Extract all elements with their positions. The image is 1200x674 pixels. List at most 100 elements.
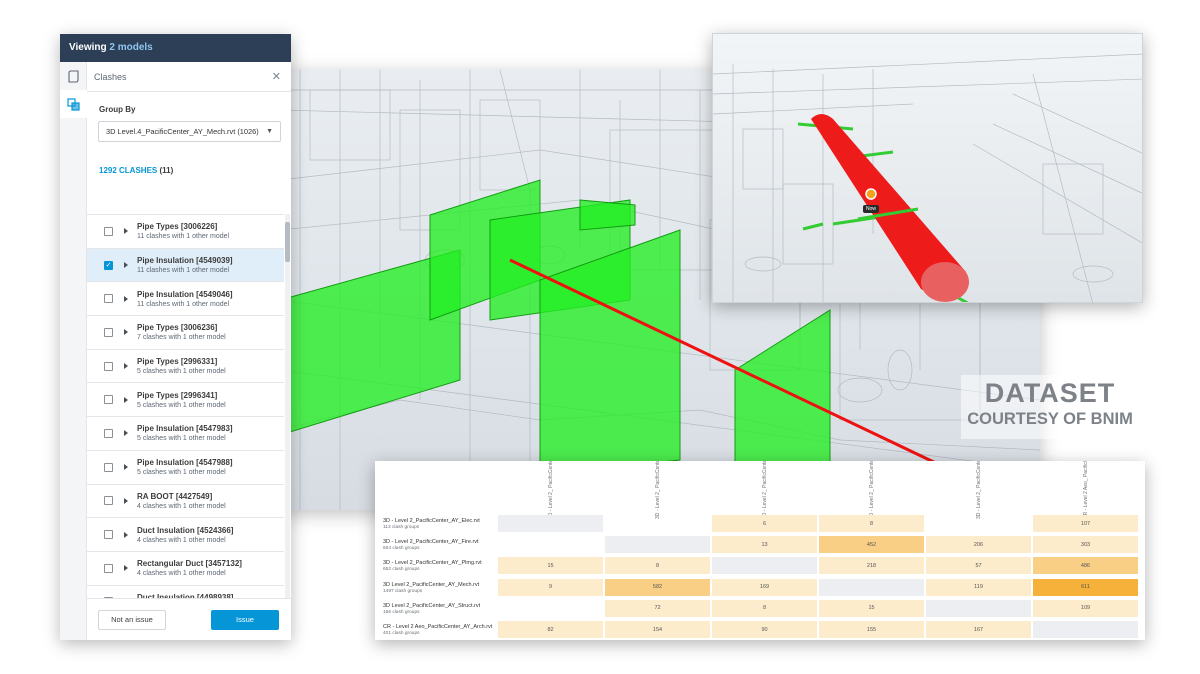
not-an-issue-button[interactable]: Not an issue (98, 609, 166, 630)
issue-button[interactable]: Issue (211, 609, 279, 630)
expand-arrow-icon[interactable] (124, 228, 128, 235)
matrix-cell[interactable]: 8 (819, 515, 924, 532)
side-rail (60, 62, 87, 640)
expand-arrow-icon[interactable] (124, 295, 128, 302)
matrix-cell[interactable]: 486 (1033, 557, 1138, 575)
viewing-models-count[interactable]: 2 models (109, 42, 152, 53)
matrix-column-header: 3D - Level 2_ PacificCenter_ AY_Plmg.rvt (869, 461, 875, 519)
clash-group-row[interactable]: ✓ Pipe Insulation [4549039] 11 clashes wit… (87, 248, 284, 283)
matrix-cell[interactable] (819, 578, 924, 596)
clash-group-row[interactable]: Pipe Types [3006236] 7 clashes with 1 oth… (87, 316, 284, 350)
row-checkbox[interactable] (104, 530, 113, 540)
matrix-cell[interactable]: 167 (926, 621, 1031, 638)
matrix-cell[interactable]: 206 (926, 536, 1031, 554)
matrix-cell[interactable] (926, 515, 1031, 532)
matrix-cell[interactable]: 57 (926, 557, 1031, 575)
matrix-row[interactable]: 3D - Level 2_PacificCenter_AY_Fire.rvt 60… (375, 536, 1145, 557)
matrix-row[interactable]: 3D - Level 2_PacificCenter_AY_Elec.rvt 11… (375, 515, 1145, 536)
matrix-column-header: 3D - Level 2_ PacificCenter_ AY_Elec.rvt (548, 461, 554, 519)
row-checkbox[interactable]: ✓ (104, 260, 113, 270)
matrix-cell[interactable] (926, 599, 1031, 617)
expand-arrow-icon[interactable] (124, 396, 128, 403)
matrix-row[interactable]: CR - Level 2 Aeo_PacificCenter_AY_Arch.r… (375, 621, 1145, 640)
clash-marker-tooltip: Now (863, 205, 880, 213)
row-checkbox[interactable] (104, 496, 113, 506)
rail-model-button[interactable] (60, 62, 87, 90)
matrix-cell[interactable]: 8 (712, 599, 817, 617)
matrix-cell[interactable]: 611 (1033, 578, 1138, 596)
matrix-cell[interactable] (605, 515, 710, 532)
matrix-row-label: 3D Level 2_PacificCenter_AY_Struct.rvt 15… (383, 603, 495, 615)
expand-arrow-icon[interactable] (124, 329, 128, 336)
clash-group-count: 652 clash groups (383, 567, 420, 573)
clash-group-summary: 11 clashes with 1 other model (137, 233, 230, 241)
matrix-cell[interactable]: 90 (712, 621, 817, 638)
clash-group-count: 1497 clash groups (383, 588, 423, 594)
close-icon[interactable]: ✕ (272, 70, 281, 83)
clash-group-title: Pipe Insulation [4549046] (137, 289, 233, 299)
matrix-cell[interactable]: 109 (1033, 599, 1138, 617)
matrix-cell[interactable]: 9 (498, 578, 603, 596)
expand-arrow-icon[interactable] (124, 565, 128, 572)
clash-group-row[interactable]: Duct Insulation [4524366] 4 clashes with … (87, 518, 284, 552)
clash-group-row[interactable]: Pipe Insulation [4547988] 5 clashes with … (87, 451, 284, 485)
matrix-cell[interactable] (498, 600, 603, 617)
matrix-cell[interactable]: 15 (819, 599, 924, 617)
matrix-cell[interactable]: 82 (498, 621, 603, 638)
clash-group-row[interactable]: Pipe Insulation [4549046] 11 clashes with… (87, 282, 284, 317)
group-by-select[interactable]: 3D Level.4_PacificCenter_AY_Mech.rvt (10… (98, 121, 281, 142)
matrix-cell[interactable]: 107 (1033, 515, 1138, 532)
clash-group-row[interactable]: RA BOOT [4427549] 4 clashes with 1 other … (87, 485, 284, 519)
clash-list: Pipe Types [3006226] 11 clashes with 1 ot… (87, 214, 284, 626)
row-checkbox[interactable] (104, 563, 113, 573)
expand-arrow-icon[interactable] (124, 430, 128, 437)
matrix-cell[interactable]: 6 (712, 515, 817, 532)
row-checkbox[interactable] (104, 327, 113, 337)
clash-group-summary: 11 clashes with 1 other model (137, 300, 230, 308)
matrix-cell[interactable]: 452 (819, 536, 924, 554)
row-checkbox[interactable] (104, 294, 113, 304)
matrix-cell[interactable]: 155 (819, 621, 924, 638)
matrix-cell[interactable]: 8 (605, 557, 710, 575)
matrix-cell[interactable] (1033, 621, 1138, 638)
clash-group-row[interactable]: Pipe Types [2996331] 5 clashes with 1 oth… (87, 350, 284, 384)
matrix-cell[interactable] (498, 536, 603, 553)
expand-arrow-icon[interactable] (124, 363, 128, 370)
matrix-cell[interactable]: 169 (712, 578, 817, 596)
matrix-cell[interactable]: 119 (926, 578, 1031, 596)
row-checkbox[interactable] (104, 361, 113, 371)
matrix-row[interactable]: 3D Level 2_PacificCenter_AY_Mech.rvt 1497… (375, 578, 1145, 600)
clash-group-count: 401 clash groups (383, 631, 420, 636)
expand-arrow-icon[interactable] (124, 531, 128, 538)
matrix-cell[interactable]: 72 (605, 599, 710, 617)
scrollbar-thumb[interactable] (285, 222, 290, 262)
expand-arrow-icon[interactable] (124, 497, 128, 504)
matrix-cell[interactable] (605, 536, 710, 554)
expand-arrow-icon[interactable] (124, 262, 128, 269)
matrix-cell[interactable]: 218 (819, 557, 924, 575)
clash-group-summary: 5 clashes with 1 other model (137, 368, 226, 376)
row-checkbox[interactable] (104, 226, 113, 236)
row-checkbox[interactable] (104, 428, 113, 438)
matrix-row[interactable]: 3D Level 2_PacificCenter_AY_Struct.rvt 15… (375, 599, 1145, 621)
clashes-total-link[interactable]: 1292 CLASHES (99, 166, 157, 175)
closeup-view[interactable] (712, 33, 1143, 303)
matrix-cell[interactable]: 15 (498, 557, 603, 575)
row-checkbox[interactable] (104, 395, 113, 405)
panel-footer: Not an issue Issue (87, 598, 291, 640)
matrix-cell[interactable]: 303 (1033, 536, 1138, 554)
clash-group-row[interactable]: Pipe Insulation [4547983] 5 clashes with … (87, 417, 284, 451)
matrix-cell[interactable] (498, 515, 603, 532)
matrix-cell[interactable]: 582 (605, 578, 710, 596)
rail-clashes-button[interactable] (60, 90, 87, 118)
clash-group-row[interactable]: Pipe Types [2996341] 5 clashes with 1 oth… (87, 383, 284, 418)
expand-arrow-icon[interactable] (124, 464, 128, 471)
matrix-cell[interactable] (712, 557, 817, 575)
matrix-cell[interactable]: 13 (712, 536, 817, 554)
clash-list-scrollbar[interactable] (285, 214, 290, 626)
clash-group-row[interactable]: Rectangular Duct [3457132] 4 clashes with… (87, 552, 284, 586)
row-checkbox[interactable] (104, 462, 113, 472)
clash-group-row[interactable]: Pipe Types [3006226] 11 clashes with 1 ot… (87, 215, 284, 249)
matrix-cell[interactable]: 154 (605, 621, 710, 638)
matrix-row[interactable]: 3D - Level 2_PacificCenter_AY_Plmg.rvt 65… (375, 557, 1145, 578)
